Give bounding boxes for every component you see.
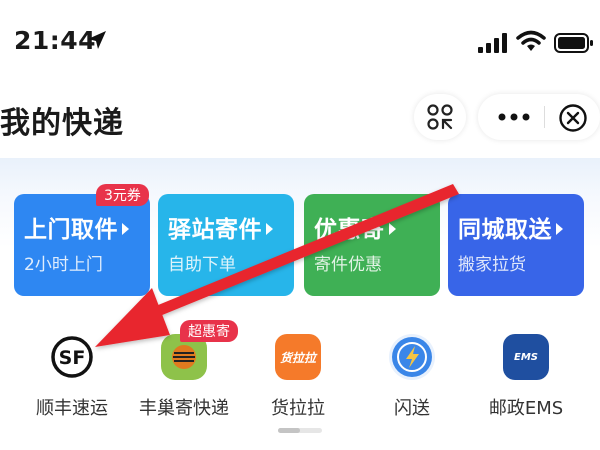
tile-title-text: 驿站寄件 [168, 217, 262, 243]
status-time: 21:44 [14, 26, 97, 55]
cellular-signal-icon [478, 33, 507, 53]
svg-text:SF: SF [59, 347, 86, 369]
tile-title-text: 优惠寄 [314, 217, 385, 243]
close-miniapp-button[interactable] [556, 101, 590, 135]
tile-title: 同城取送 [458, 210, 584, 244]
service-label: 顺丰速运 [36, 398, 108, 419]
chevron-right-icon [388, 222, 396, 235]
tile-title-text: 同城取送 [458, 217, 552, 243]
service-label: 邮政EMS [488, 398, 564, 419]
shansong-icon [389, 334, 435, 380]
more-button[interactable] [492, 94, 536, 140]
tile-title-text: 上门取件 [24, 217, 118, 243]
chevron-right-icon [122, 222, 129, 235]
status-bar: 21:44 [0, 0, 600, 80]
page-indicator-active [278, 428, 300, 433]
tile-title: 驿站寄件 [168, 210, 294, 244]
tile-subtitle: 搬家拉货 [458, 255, 526, 275]
tile-station-send[interactable]: 驿站寄件 自助下单 [158, 194, 294, 296]
page-title: 我的快递 [0, 106, 124, 141]
service-label: 丰巢寄快递 [139, 398, 229, 419]
service-huolala[interactable]: 货拉拉 货拉拉 [238, 334, 358, 420]
service-shansong[interactable]: 闪送 [352, 334, 472, 420]
service-fengchao[interactable]: 丰巢寄快递 [124, 334, 244, 420]
huolala-logo-text: 货拉拉 [279, 350, 316, 365]
sf-express-icon: SF [49, 334, 95, 380]
promo-badge: 超惠寄 [180, 320, 238, 342]
huolala-icon: 货拉拉 [275, 334, 321, 380]
wifi-icon [516, 30, 546, 51]
service-ems[interactable]: EMS 邮政EMS [466, 334, 586, 420]
tile-subtitle: 2小时上门 [24, 255, 103, 275]
location-arrow-icon [88, 31, 106, 49]
tile-same-city[interactable]: 同城取送 搬家拉货 [448, 194, 584, 296]
coupon-badge: 3元券 [96, 184, 149, 206]
tile-subtitle: 自助下单 [168, 255, 236, 275]
ems-icon: EMS [503, 334, 549, 380]
chevron-right-icon [266, 222, 273, 235]
service-sf-express[interactable]: SF 顺丰速运 [12, 334, 132, 420]
service-label: 闪送 [394, 398, 430, 419]
more-dots-icon [498, 113, 530, 121]
tile-title: 优惠寄 [314, 210, 440, 244]
close-circle-icon [559, 104, 587, 132]
tile-title: 上门取件 [24, 210, 150, 244]
ems-logo-text: EMS [514, 351, 538, 363]
tile-discount-send[interactable]: 优惠寄 寄件优惠 [304, 194, 440, 296]
miniapp-capsule [478, 94, 600, 140]
tile-door-pickup[interactable]: 上门取件 2小时上门 [14, 194, 150, 296]
battery-icon [554, 33, 593, 53]
tile-subtitle: 寄件优惠 [314, 255, 382, 275]
capsule-divider [544, 106, 545, 128]
chevron-right-icon [556, 222, 563, 235]
service-label: 货拉拉 [271, 398, 325, 419]
scan-button[interactable] [414, 94, 466, 140]
scan-icon [427, 104, 453, 130]
